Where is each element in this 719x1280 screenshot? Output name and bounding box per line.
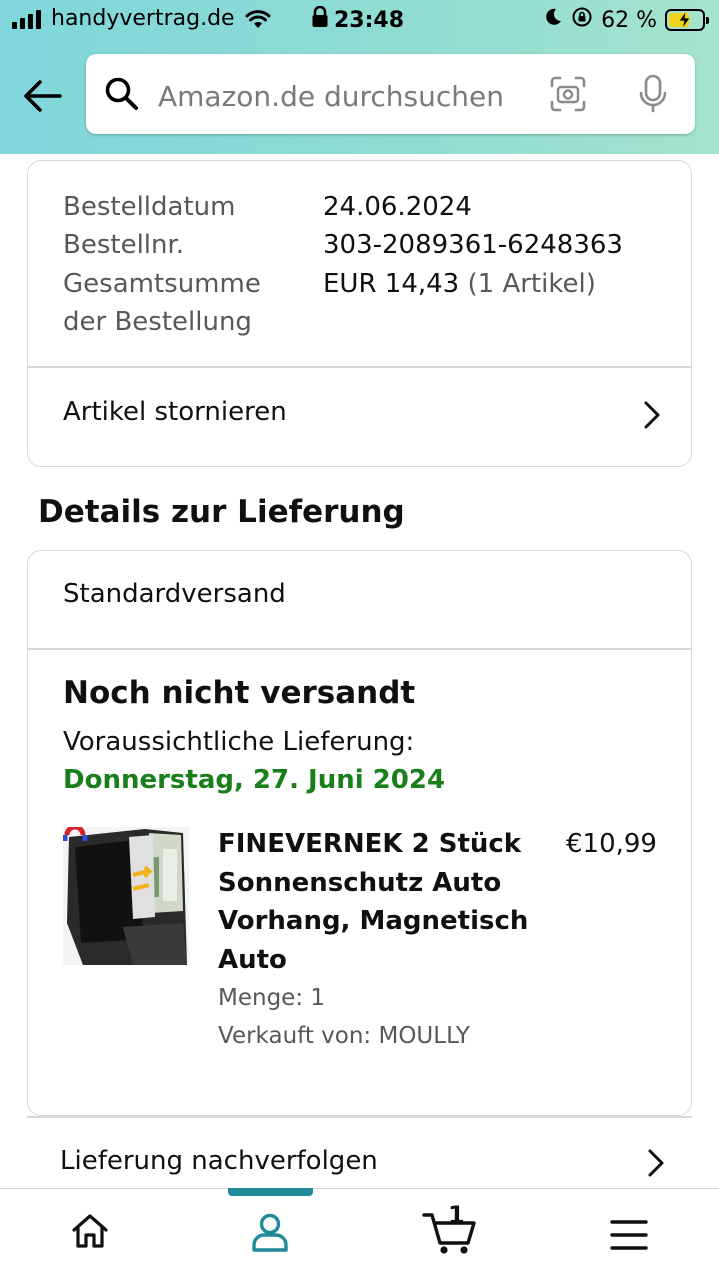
delivery-card: Standardversand Noch nicht versandt Vora… (27, 550, 692, 1116)
battery-percent: 62 % (601, 7, 657, 33)
wifi-icon (245, 9, 271, 29)
search-input[interactable]: Amazon.de durchsuchen (158, 80, 504, 113)
chevron-right-icon (644, 401, 660, 429)
cart-icon[interactable]: 1 (422, 1201, 478, 1255)
bottom-nav: 1 (0, 1188, 719, 1280)
cancel-items-row[interactable]: Artikel stornieren (28, 367, 691, 467)
cellular-signal-icon (12, 9, 41, 29)
orientation-lock-icon (571, 6, 593, 34)
active-tab-indicator (228, 1188, 313, 1196)
camera-scan-icon[interactable] (550, 76, 586, 112)
order-date-label: Bestelldatum (63, 192, 236, 222)
header: handyvertrag.de 23:48 62 % Amazon.de dur… (0, 0, 719, 154)
clock-time: 23:48 (334, 7, 405, 33)
product-quantity: Menge: 1 (218, 985, 326, 1011)
product-title[interactable]: FINEVERNEK 2 Stück Sonnenschutz Auto Vor… (218, 825, 538, 979)
carrier-name: handyvertrag.de (51, 6, 235, 31)
menu-icon[interactable] (610, 1219, 648, 1251)
cancel-items-label: Artikel stornieren (63, 397, 287, 427)
order-total-value: EUR 14,43 (1 Artikel) (323, 265, 596, 303)
product-image[interactable] (63, 827, 189, 965)
track-delivery-row[interactable]: Lieferung nachverfolgen (27, 1118, 692, 1188)
moon-icon (543, 7, 563, 33)
cart-count: 1 (448, 1201, 465, 1229)
microphone-icon[interactable] (638, 74, 668, 114)
product-seller: Verkauft von: MOULLY (218, 1023, 470, 1049)
product-price: €10,99 (566, 829, 657, 859)
eta-label: Voraussichtliche Lieferung: (63, 727, 415, 757)
lock-icon (312, 5, 328, 34)
divider (28, 648, 691, 650)
order-total-amount: EUR 14,43 (323, 269, 460, 299)
home-icon[interactable] (70, 1211, 110, 1251)
shipping-method: Standardversand (63, 579, 286, 609)
back-arrow-icon[interactable] (22, 78, 62, 114)
account-icon[interactable] (250, 1211, 290, 1253)
eta-date: Donnerstag, 27. Juni 2024 (63, 765, 446, 795)
track-delivery-label: Lieferung nachverfolgen (60, 1146, 378, 1176)
battery-icon (665, 9, 709, 31)
order-total-label-line2: der Bestellung (63, 307, 252, 337)
order-number-value: 303-2089361-6248363 (323, 230, 623, 260)
order-summary-card: Bestelldatum 24.06.2024 Bestellnr. 303-2… (27, 160, 692, 467)
chevron-right-icon (648, 1149, 664, 1177)
search-bar[interactable]: Amazon.de durchsuchen (86, 54, 695, 134)
search-icon (105, 77, 138, 110)
order-details-page: handyvertrag.de 23:48 62 % Amazon.de dur… (0, 0, 719, 1280)
section-title: Details zur Lieferung (38, 494, 405, 530)
status-bar: handyvertrag.de 23:48 62 % (0, 0, 719, 40)
order-number-label: Bestellnr. (63, 230, 185, 260)
order-total-label-line1: Gesamtsumme (63, 269, 261, 299)
order-date-value: 24.06.2024 (323, 192, 472, 222)
shipment-status: Noch nicht versandt (63, 675, 416, 711)
order-item-count: (1 Artikel) (467, 269, 596, 299)
